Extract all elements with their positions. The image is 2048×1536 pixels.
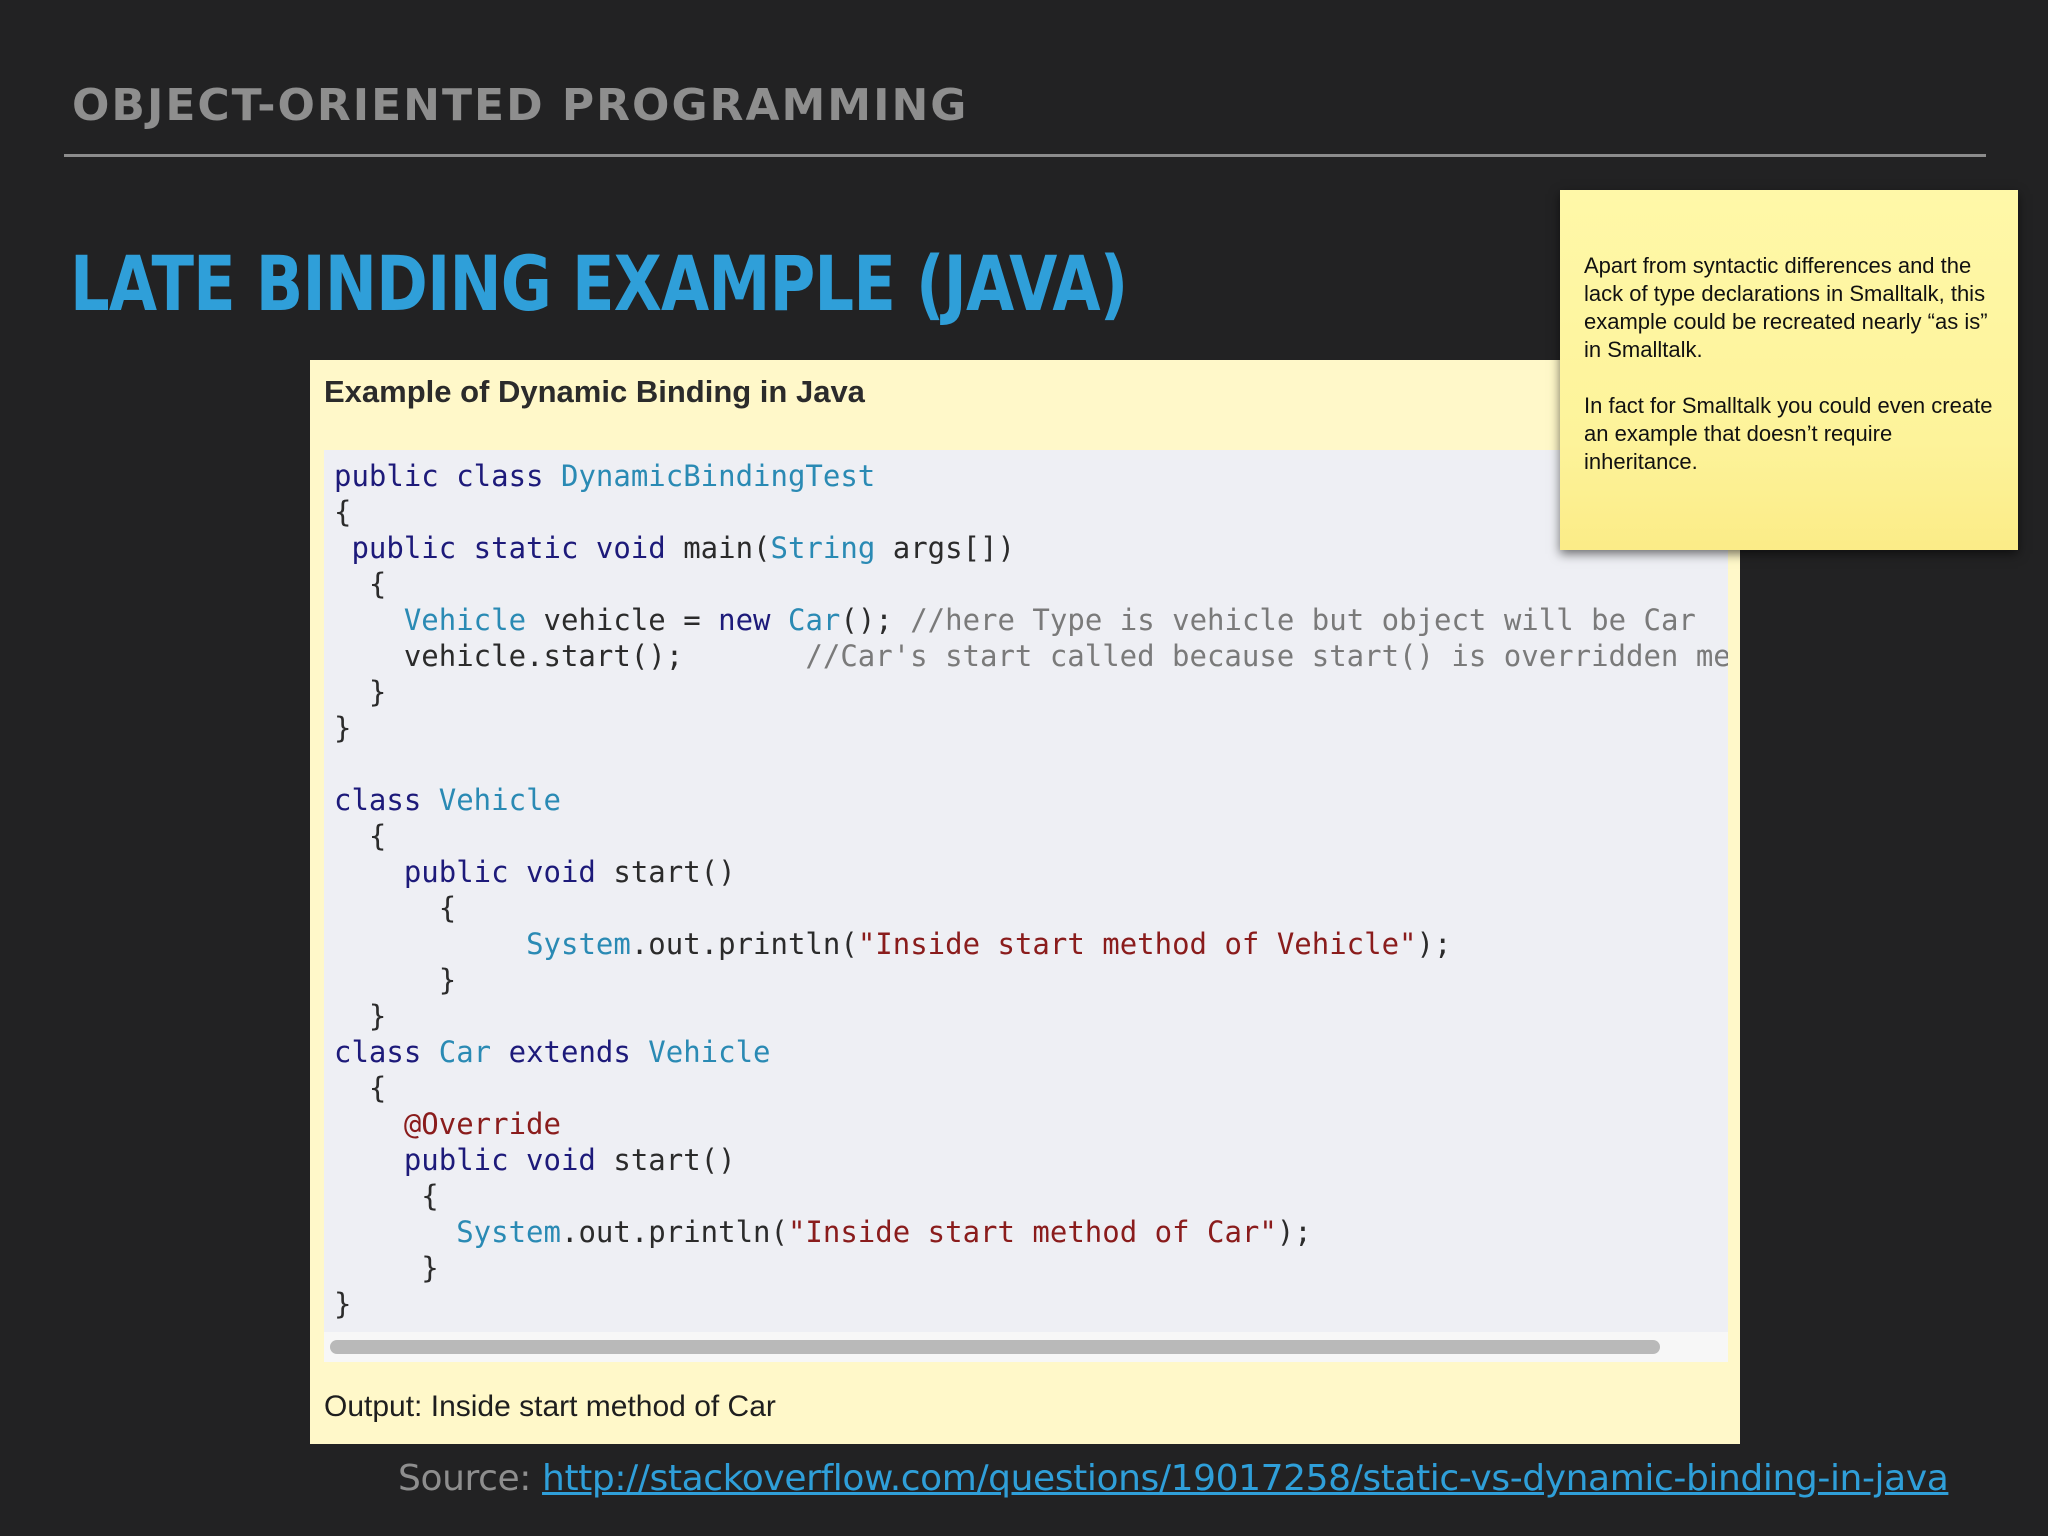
code-token: extends — [491, 1035, 649, 1069]
source-citation: Source: http://stackoverflow.com/questio… — [398, 1458, 1949, 1499]
code-line: } — [334, 674, 1728, 710]
code-token: .out.println( — [560, 1215, 788, 1249]
horizontal-scrollbar[interactable] — [324, 1332, 1728, 1362]
code-token: public class — [334, 459, 561, 493]
code-line: { — [334, 566, 1728, 602]
source-label: Source: — [398, 1458, 543, 1499]
code-token: start() — [613, 855, 736, 889]
sticky-note-text: Apart from syntactic differences and the… — [1584, 252, 2002, 504]
source-link[interactable]: http://stackoverflow.com/questions/19017… — [542, 1458, 1949, 1499]
code-line: { — [334, 818, 1728, 854]
code-token: ); — [1276, 1215, 1312, 1249]
code-token: start() — [613, 1143, 736, 1177]
code-token: main( — [683, 531, 771, 565]
code-token: System — [526, 927, 631, 961]
code-line: } — [334, 1286, 1728, 1322]
code-line: } — [334, 998, 1728, 1034]
code-line: public void start() — [334, 854, 1728, 890]
code-token: Car — [787, 603, 841, 637]
code-line: { — [334, 890, 1728, 926]
code-token: Vehicle — [403, 603, 527, 637]
code-line: } — [334, 962, 1728, 998]
code-token: } — [334, 711, 352, 745]
code-token: { — [334, 495, 352, 529]
code-line: class Vehicle — [334, 782, 1728, 818]
section-title: OBJECT-ORIENTED PROGRAMMING — [72, 80, 969, 131]
sticky-note-paragraph: Apart from syntactic differences and the… — [1584, 253, 1988, 362]
code-token: class — [334, 1035, 439, 1069]
code-token: @Override — [403, 1107, 561, 1141]
code-line: Vehicle vehicle = new Car(); //here Type… — [334, 602, 1728, 638]
code-line: { — [334, 1178, 1728, 1214]
example-panel: Example of Dynamic Binding in Java publi… — [310, 360, 1740, 1444]
code-token: String — [770, 531, 876, 565]
code-token: { — [334, 1071, 387, 1105]
code-token: class — [334, 783, 439, 817]
code-token: Vehicle — [438, 783, 561, 817]
code-text: public class DynamicBindingTest{ public … — [334, 458, 1728, 1322]
code-line: @Override — [334, 1106, 1728, 1142]
code-token: "Inside start method of Car" — [787, 1215, 1277, 1249]
code-block: public class DynamicBindingTest{ public … — [324, 450, 1728, 1334]
code-token: vehicle = — [526, 603, 719, 637]
code-token: .out.println( — [630, 927, 858, 961]
code-token: args[]) — [875, 531, 1015, 565]
code-token: new — [718, 603, 771, 637]
code-token: "Inside start method of Vehicle" — [857, 927, 1417, 961]
code-line: public void start() — [334, 1142, 1728, 1178]
code-line: } — [334, 1250, 1728, 1286]
scrollbar-thumb[interactable] — [330, 1340, 1660, 1354]
code-token: public void — [334, 1143, 614, 1177]
code-token: //Car's start called because start() is … — [805, 639, 1728, 673]
header-divider — [64, 154, 1986, 157]
code-line: public class DynamicBindingTest — [334, 458, 1728, 494]
code-token: { — [334, 819, 387, 853]
code-line: { — [334, 1070, 1728, 1106]
code-token: { — [334, 1179, 439, 1213]
code-token: } — [334, 963, 457, 997]
code-token: Vehicle — [648, 1035, 771, 1069]
code-line: { — [334, 494, 1728, 530]
code-token: ); — [1416, 927, 1452, 961]
code-line: class Car extends Vehicle — [334, 1034, 1728, 1070]
code-line: System.out.println("Inside start method … — [334, 926, 1728, 962]
example-heading: Example of Dynamic Binding in Java — [324, 374, 865, 409]
example-output: Output: Inside start method of Car — [324, 1390, 776, 1423]
code-token: public void — [334, 855, 614, 889]
code-token: System — [456, 1215, 561, 1249]
sticky-note: Apart from syntactic differences and the… — [1560, 190, 2018, 550]
code-token: } — [334, 1287, 352, 1321]
code-token: public static void — [334, 531, 684, 565]
slide-title: LATE BINDING EXAMPLE (JAVA) — [70, 239, 1128, 328]
code-token: } — [334, 999, 387, 1033]
code-token: Car — [438, 1035, 492, 1069]
code-token: } — [334, 675, 387, 709]
code-token: { — [334, 891, 457, 925]
code-token: //here Type is vehicle but object will b… — [910, 603, 1696, 637]
code-line: } — [334, 710, 1728, 746]
code-token: } — [334, 1251, 439, 1285]
code-token: vehicle.start(); — [334, 639, 806, 673]
sticky-note-paragraph: In fact for Smalltalk you could even cre… — [1584, 393, 1993, 474]
code-line: public static void main(String args[]) — [334, 530, 1728, 566]
code-line: System.out.println("Inside start method … — [334, 1214, 1728, 1250]
code-token: (); — [840, 603, 911, 637]
code-line: vehicle.start(); //Car's start called be… — [334, 638, 1728, 674]
code-token: { — [334, 567, 387, 601]
code-token: DynamicBindingTest — [560, 459, 876, 493]
